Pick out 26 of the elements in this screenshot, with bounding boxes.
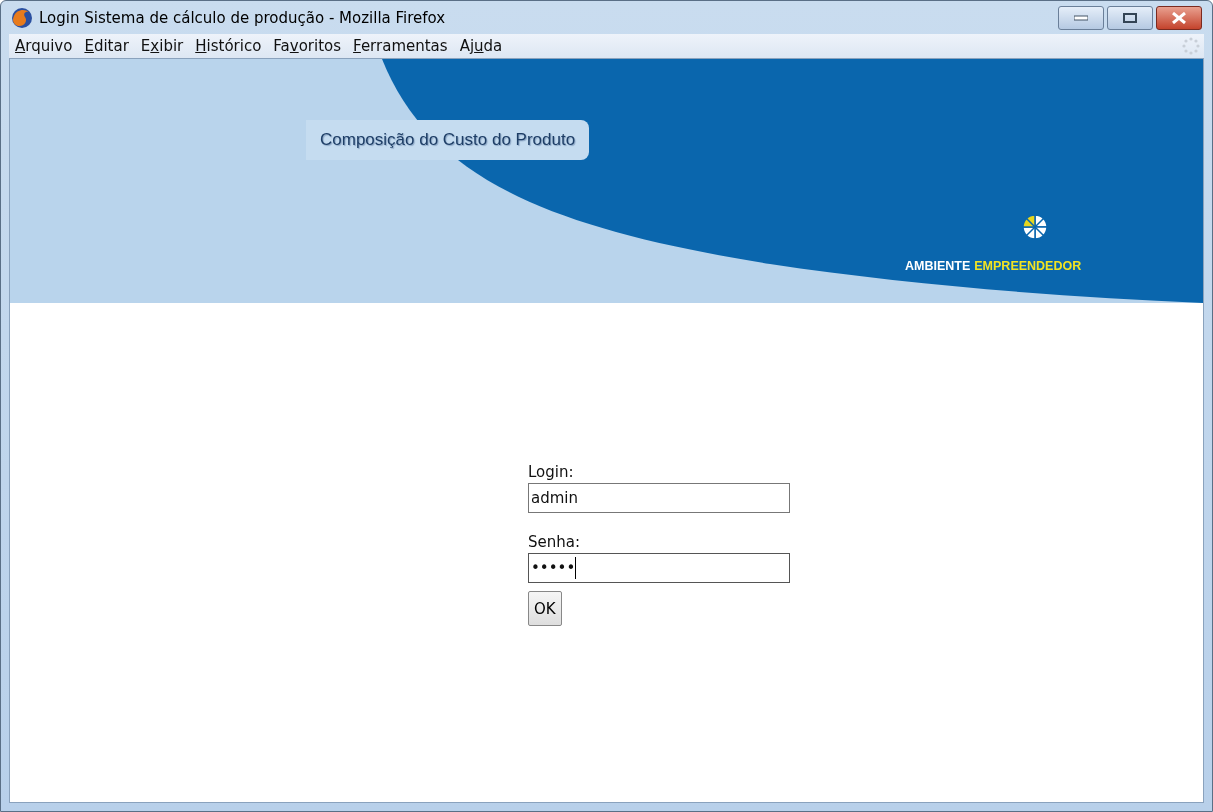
field-label: Login:: [528, 463, 574, 481]
menu-item[interactable]: Editar: [78, 37, 135, 55]
ok-button[interactable]: OK: [528, 591, 562, 626]
banner-title: Composição do Custo do Produto: [306, 120, 590, 160]
brand-name: AMBIENTE: [905, 259, 971, 273]
menu-item[interactable]: Arquivo: [9, 37, 79, 55]
text-cursor: [575, 557, 577, 579]
password-field[interactable]: •••••: [528, 553, 790, 583]
menu-item[interactable]: Histórico: [189, 37, 268, 55]
minimize-icon: [1074, 14, 1088, 21]
brand-name: EMPREENDEDOR: [974, 259, 1082, 273]
window-title: Login Sistema de cálculo de produção - Mozilla Firefox: [39, 8, 447, 27]
minimize-button[interactable]: [1058, 5, 1104, 30]
browser-logo-icon: [11, 6, 33, 29]
close-icon: [1172, 11, 1186, 24]
menu-item[interactable]: Ferramentas: [347, 37, 454, 55]
field-label: Senha:: [528, 533, 580, 551]
menu-item[interactable]: Exibir: [134, 37, 190, 55]
maximize-button[interactable]: [1107, 5, 1153, 30]
close-button[interactable]: [1156, 5, 1202, 30]
pinwheel-logo-icon: [1022, 214, 1048, 240]
text-field[interactable]: admin: [528, 483, 790, 513]
loading-spinner-icon: [1182, 37, 1200, 55]
menu-item[interactable]: Ajuda: [453, 37, 509, 55]
menu-item[interactable]: Favoritos: [267, 37, 348, 55]
maximize-icon: [1123, 12, 1137, 23]
